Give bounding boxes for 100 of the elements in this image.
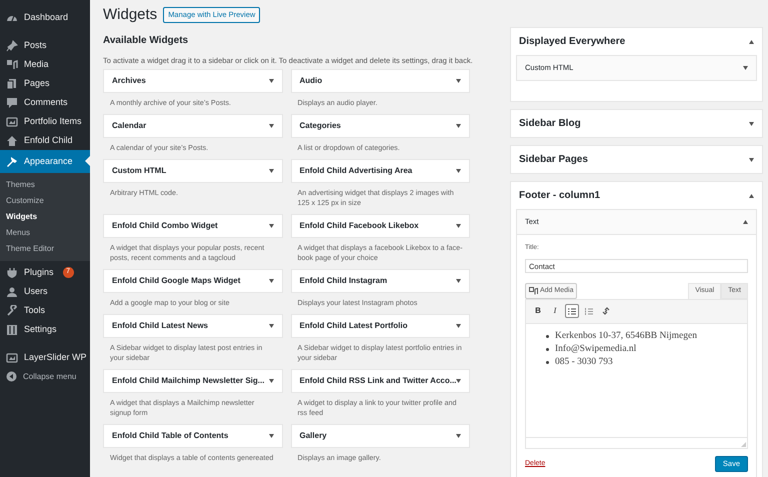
- submenu-item[interactable]: Customize: [0, 193, 90, 209]
- house-icon: [6, 134, 18, 146]
- caret-down-icon: [268, 279, 274, 284]
- bullet-icon: [546, 334, 549, 338]
- link-icon: [602, 307, 610, 316]
- wrench-icon: [6, 304, 18, 316]
- bullet-list-icon: [568, 308, 576, 315]
- caret-down-icon: [268, 324, 274, 328]
- caret-down-icon: [456, 124, 461, 128]
- panel-header[interactable]: Sidebar Blog: [511, 110, 762, 137]
- editor-content[interactable]: Kerkenbos 10-37, 6546BB Nijmegen Info@Swipemedia.nl 085 - 3030 793: [526, 324, 747, 437]
- caret-down-icon: [456, 169, 461, 174]
- bullet-icon: [546, 348, 549, 351]
- widget-header[interactable]: Archives: [103, 69, 282, 94]
- caret-down-icon: [456, 434, 461, 438]
- widget-title: Custom HTML: [112, 165, 166, 178]
- widget-title: Enfold Child Instagram: [300, 275, 388, 288]
- numbered-list-icon: [585, 308, 593, 315]
- submenu-item[interactable]: Menus: [0, 225, 90, 241]
- widget-header[interactable]: Enfold Child Facebook Likebox: [290, 214, 470, 238]
- caret-down-icon: [456, 279, 461, 284]
- submenu-item[interactable]: Widgets: [0, 209, 90, 225]
- widget-title: Audio: [300, 75, 322, 88]
- panel-title: Sidebar Pages: [519, 153, 588, 167]
- menu-item[interactable]: Media: [0, 55, 90, 74]
- widget-title: Enfold Child Latest Portfolio: [300, 320, 408, 332]
- widget-header[interactable]: Enfold Child Table of Contents: [103, 424, 282, 448]
- resize-handle-icon: [741, 442, 746, 447]
- menu-item[interactable]: Dashboard: [0, 8, 90, 27]
- pages-icon: [6, 78, 18, 90]
- caret-down-icon: [456, 79, 461, 84]
- pointer-icon: [85, 156, 90, 166]
- widget-header[interactable]: Enfold Child Instagram: [290, 269, 470, 294]
- menu-item[interactable]: Posts: [0, 36, 90, 55]
- widget-title: Enfold Child RSS Link and Twitter Acco...: [300, 375, 456, 388]
- caret-down-icon: [456, 324, 461, 328]
- widget-title: Gallery: [300, 430, 327, 442]
- brush-icon: [6, 156, 18, 168]
- collapse-icon: [6, 371, 17, 382]
- collapse-menu-button[interactable]: Collapse menu: [0, 367, 90, 386]
- italic-button[interactable]: I: [548, 304, 562, 318]
- image-icon: [6, 116, 18, 128]
- widget-header[interactable]: Enfold Child Advertising Area: [290, 159, 470, 184]
- section-heading: Available Widgets: [103, 34, 190, 48]
- menu-item[interactable]: LayerSlider WP: [0, 348, 90, 367]
- widget-title: Enfold Child Combo Widget: [112, 220, 218, 232]
- bold-button[interactable]: B: [531, 304, 545, 318]
- menu-item[interactable]: Settings: [0, 320, 90, 339]
- widget-title: Enfold Child Latest News: [112, 320, 208, 332]
- menu-item[interactable]: Portfolio Items: [0, 112, 90, 131]
- list-item-text: Kerkenbos 10-37, 6546BB Nijmegen: [555, 330, 697, 343]
- caret-down-icon: [456, 224, 461, 228]
- widget-title: Calendar: [112, 120, 146, 132]
- widget-header[interactable]: Enfold Child Latest News: [103, 314, 282, 338]
- widget-header[interactable]: Custom HTML: [103, 159, 282, 184]
- widget-header[interactable]: Audio: [290, 69, 470, 94]
- menu-item[interactable]: Pages: [0, 74, 90, 93]
- bullet-icon: [546, 360, 549, 364]
- widget-header[interactable]: Enfold Child Google Maps Widget: [103, 269, 282, 294]
- panel-title: Sidebar Blog: [519, 117, 581, 131]
- widget-title: Enfold Child Table of Contents: [112, 430, 228, 442]
- widget-title: Enfold Child Facebook Likebox: [300, 220, 419, 232]
- plug-icon: [6, 266, 18, 278]
- widget-header[interactable]: Enfold Child Combo Widget: [103, 214, 282, 238]
- caret-down-icon: [268, 79, 274, 84]
- caret-down-icon: [268, 124, 274, 128]
- panel-title: Displayed Everywhere: [519, 35, 626, 49]
- widget-title: Enfold Child Mailchimp Newsletter Sig...: [112, 375, 264, 388]
- bullets-button[interactable]: [565, 304, 579, 318]
- widget-header[interactable]: Categories: [290, 114, 470, 138]
- widget-title: Enfold Child Google Maps Widget: [112, 275, 240, 288]
- image-icon: [6, 352, 18, 364]
- list-item-text: Info@Swipemedia.nl: [555, 342, 636, 356]
- widget-header[interactable]: Enfold Child Mailchimp Newsletter Sig...: [103, 369, 282, 394]
- list-item-text: 085 - 3030 793: [555, 356, 613, 369]
- menu-item[interactable]: Tools: [0, 301, 90, 320]
- panel-header[interactable]: Displayed Everywhere: [511, 28, 762, 55]
- menu-item[interactable]: Comments: [0, 93, 90, 112]
- panel-header[interactable]: Footer - column1: [511, 182, 762, 209]
- widget-header[interactable]: Enfold Child RSS Link and Twitter Acco...: [290, 369, 470, 394]
- caret-down-icon: [268, 379, 274, 384]
- menu-item[interactable]: Enfold Child: [0, 131, 90, 150]
- pin-icon: [6, 40, 18, 52]
- page-title: Widgets: [103, 4, 158, 25]
- widget-title: Archives: [112, 75, 146, 88]
- caret-down-icon: [268, 434, 274, 438]
- speech-bubble-icon: [6, 96, 18, 108]
- menu-item[interactable]: Users: [0, 282, 90, 301]
- menu-item[interactable]: Appearance: [0, 150, 90, 173]
- widget-title: Enfold Child Advertising Area: [300, 165, 412, 178]
- submenu-item[interactable]: Themes: [0, 177, 90, 193]
- caret-down-icon: [268, 224, 274, 228]
- panel-title: Footer - column1: [519, 189, 600, 203]
- widget-header[interactable]: Calendar: [103, 114, 282, 138]
- panel-header[interactable]: Sidebar Pages: [511, 146, 762, 173]
- caret-down-icon: [268, 169, 274, 174]
- widget-header[interactable]: Enfold Child Latest Portfolio: [290, 314, 470, 338]
- widget-title: Categories: [300, 120, 341, 132]
- widget-header[interactable]: Gallery: [290, 424, 470, 448]
- submenu-item[interactable]: Theme Editor: [0, 241, 90, 257]
